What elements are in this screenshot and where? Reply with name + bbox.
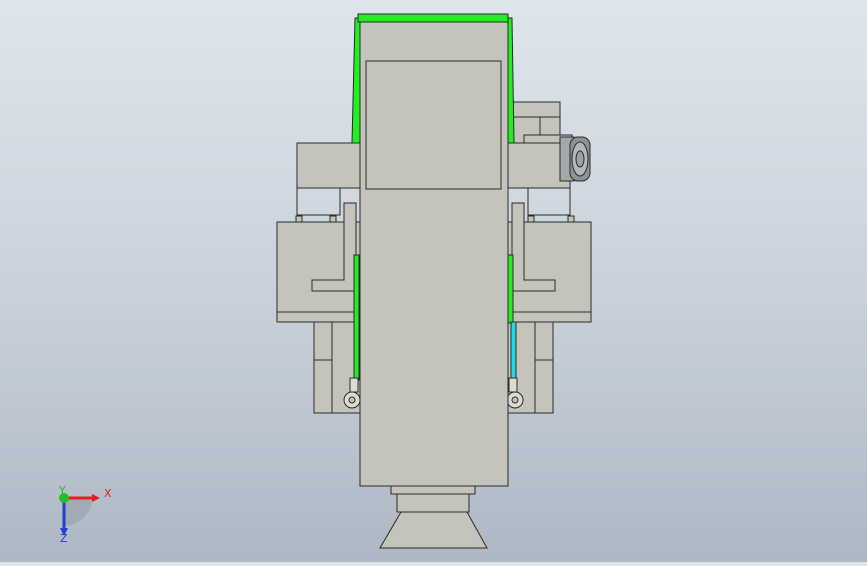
left-wing xyxy=(296,142,361,189)
axis-triad: X Y Z xyxy=(58,484,112,545)
column-panel xyxy=(365,60,502,190)
machine-assembly xyxy=(276,13,592,549)
nozzle-collar xyxy=(390,485,476,495)
y-axis-label: Y xyxy=(58,484,66,497)
x-axis-label: X xyxy=(104,487,112,500)
nozzle-neck xyxy=(396,493,470,513)
model-view: X Y Z xyxy=(58,13,592,549)
nozzle-cone xyxy=(379,511,488,549)
cad-viewport[interactable]: X Y Z xyxy=(0,0,867,562)
z-axis-label: Z xyxy=(60,532,68,545)
top-cap xyxy=(357,13,509,23)
motor-icon xyxy=(559,136,591,182)
x-arrow-icon xyxy=(92,494,100,502)
